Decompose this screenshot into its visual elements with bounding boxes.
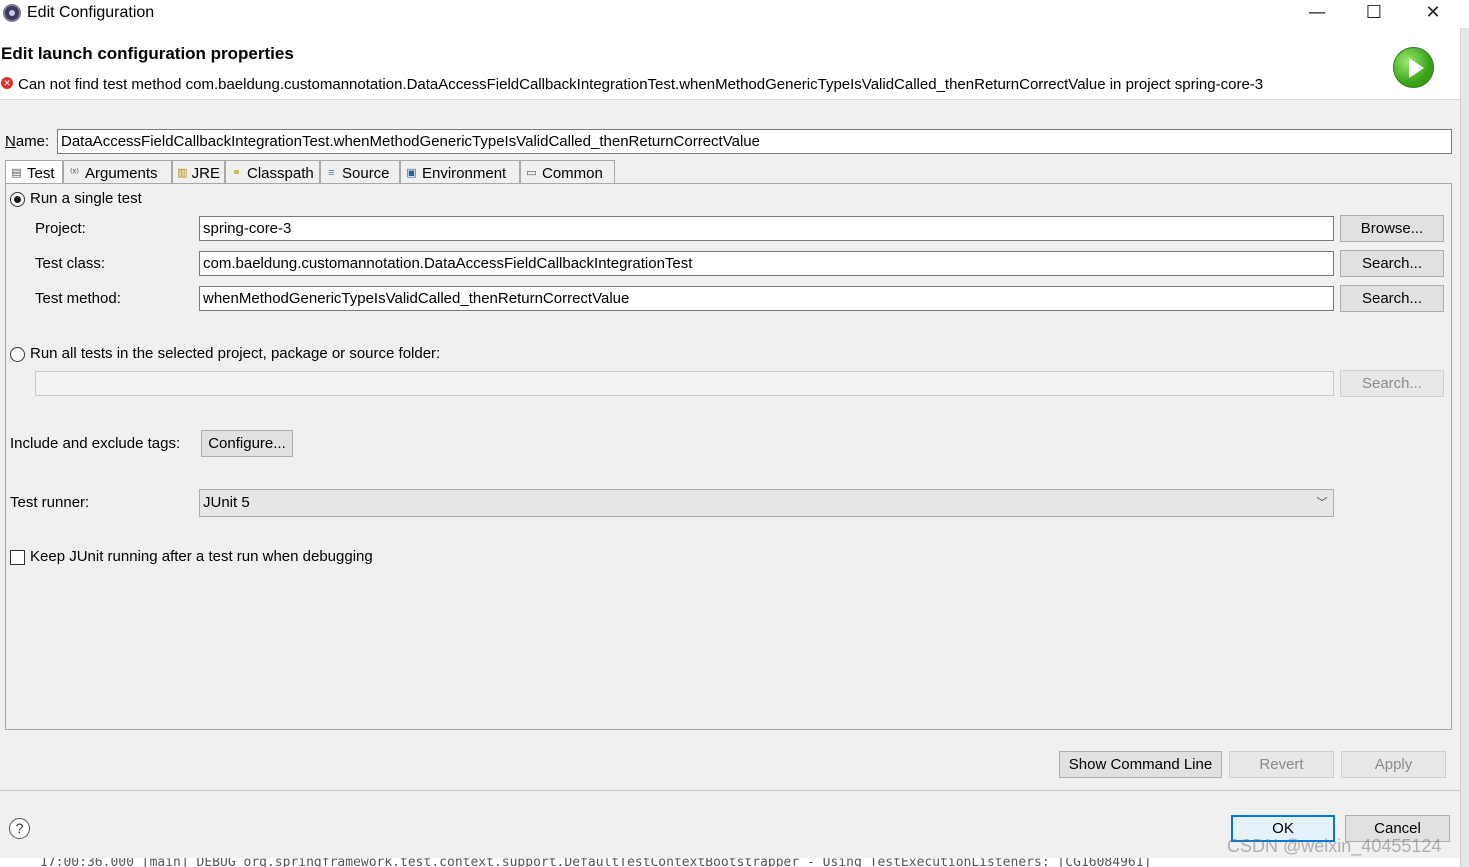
run-icon bbox=[1393, 47, 1434, 88]
tab-label: Common bbox=[542, 164, 603, 182]
single-test-label: Run a single test bbox=[30, 190, 142, 207]
test-method-input[interactable]: whenMethodGenericTypeIsValidCalled_thenR… bbox=[199, 286, 1334, 311]
search-method-button[interactable]: Search... bbox=[1340, 285, 1444, 312]
tab-classpath[interactable]: ⚭ Classpath bbox=[225, 160, 320, 183]
show-command-line-button[interactable]: Show Command Line bbox=[1059, 751, 1222, 778]
common-icon: ▭ bbox=[526, 166, 537, 179]
name-input[interactable]: DataAccessFieldCallbackIntegrationTest.w… bbox=[57, 129, 1452, 154]
footer-divider bbox=[0, 790, 1460, 791]
test-method-label: Test method: bbox=[35, 290, 121, 307]
eclipse-app-icon bbox=[3, 4, 21, 22]
all-tests-radio[interactable] bbox=[10, 347, 25, 362]
close-button[interactable]: ✕ bbox=[1404, 0, 1462, 28]
test-class-input[interactable]: com.baeldung.customannotation.DataAccess… bbox=[199, 251, 1334, 276]
configure-tags-button[interactable]: Configure... bbox=[201, 430, 293, 457]
tab-label: Classpath bbox=[247, 164, 314, 182]
tab-source[interactable]: ≡ Source bbox=[320, 160, 400, 183]
apply-button[interactable]: Apply bbox=[1341, 751, 1446, 778]
test-icon: ▤ bbox=[11, 167, 22, 179]
browse-button[interactable]: Browse... bbox=[1340, 215, 1444, 242]
header-title: Edit launch configuration properties bbox=[1, 44, 294, 63]
maximize-button[interactable]: ☐ bbox=[1345, 0, 1403, 28]
search-class-button[interactable]: Search... bbox=[1340, 250, 1444, 277]
environment-icon: ▣ bbox=[406, 166, 417, 179]
keep-running-label: Keep JUnit running after a test run when… bbox=[30, 548, 373, 565]
tab-label: Environment bbox=[422, 164, 507, 182]
test-class-label: Test class: bbox=[35, 255, 106, 272]
tab-label: Arguments bbox=[85, 164, 158, 182]
test-runner-select[interactable]: JUnit 5 bbox=[199, 489, 1334, 517]
project-label: Project: bbox=[35, 220, 86, 237]
error-message: Can not find test method com.baeldung.cu… bbox=[18, 76, 1264, 93]
tab-label: JRE bbox=[191, 164, 220, 182]
tags-label: Include and exclude tags: bbox=[10, 435, 181, 452]
tab-jre[interactable]: ▥ JRE bbox=[172, 160, 225, 183]
tab-arguments[interactable]: ⁽ˣ⁾ Arguments bbox=[63, 160, 172, 183]
window-edge bbox=[1460, 28, 1469, 867]
chevron-down-icon: ﹀ bbox=[1316, 497, 1328, 509]
runner-label: Test runner: bbox=[10, 494, 90, 511]
single-test-radio[interactable] bbox=[10, 192, 25, 207]
tab-label: Source bbox=[342, 164, 390, 182]
watermark: CSDN @weixin_40455124 bbox=[1227, 836, 1442, 856]
console-text: 17:00:36.000 [main] DEBUG org.springfram… bbox=[40, 858, 1152, 867]
title-bar bbox=[0, 0, 1469, 28]
revert-button[interactable]: Revert bbox=[1229, 751, 1334, 778]
arguments-icon: ⁽ˣ⁾ bbox=[69, 166, 79, 179]
tab-test[interactable]: ▤ Test bbox=[5, 160, 63, 184]
window-title: Edit Configuration bbox=[27, 4, 155, 21]
keep-running-checkbox[interactable] bbox=[10, 550, 25, 565]
tab-label: Test bbox=[27, 165, 55, 182]
jre-icon: ▥ bbox=[177, 166, 188, 179]
project-input[interactable]: spring-core-3 bbox=[199, 216, 1334, 241]
test-container-input[interactable] bbox=[35, 371, 1334, 396]
help-icon[interactable]: ? bbox=[9, 818, 30, 839]
minimize-button[interactable]: — bbox=[1288, 0, 1346, 28]
tab-environment[interactable]: ▣ Environment bbox=[400, 160, 520, 183]
classpath-icon: ⚭ bbox=[231, 166, 242, 179]
source-icon: ≡ bbox=[328, 166, 335, 179]
error-icon: ✕ bbox=[1, 77, 13, 89]
all-tests-label: Run all tests in the selected project, p… bbox=[30, 345, 441, 362]
search-container-button[interactable]: Search... bbox=[1340, 370, 1444, 397]
tab-common[interactable]: ▭ Common bbox=[520, 160, 615, 183]
name-label: Name: bbox=[5, 133, 50, 150]
